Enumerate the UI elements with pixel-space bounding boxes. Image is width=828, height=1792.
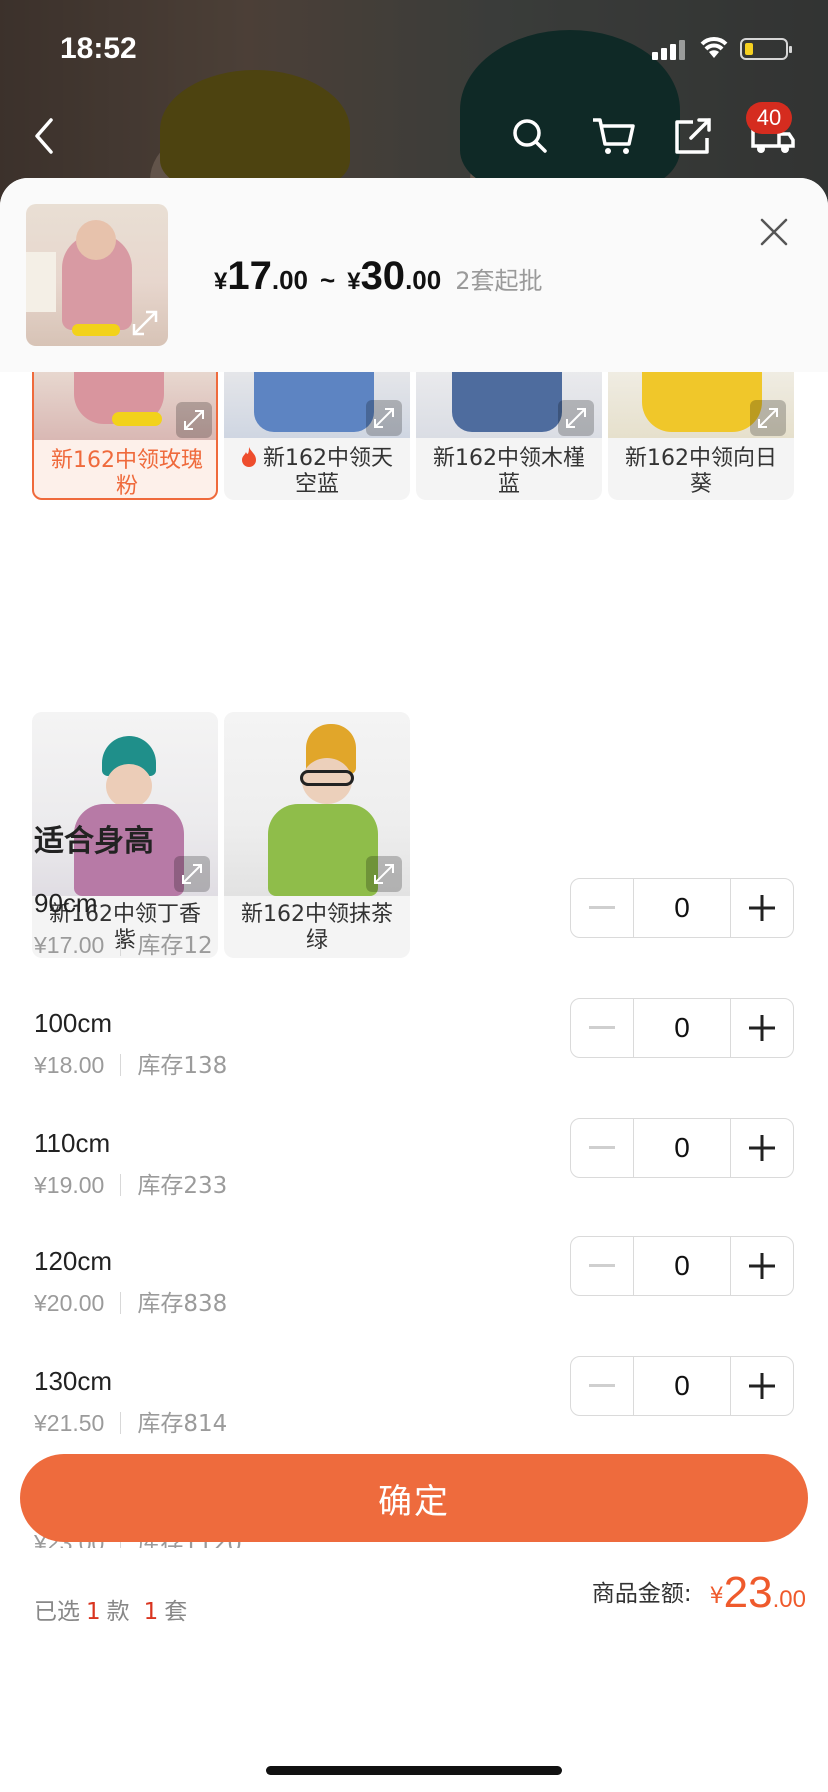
share-button[interactable] xyxy=(662,106,722,166)
variant-label: 新162中领木槿蓝 xyxy=(433,446,585,497)
expand-icon xyxy=(182,864,202,884)
variant-card[interactable]: 新162中领天空蓝 xyxy=(224,362,410,500)
quantity-stepper: 0 xyxy=(570,998,794,1058)
selected-variant-thumbnail[interactable] xyxy=(26,204,168,346)
decrement-button[interactable] xyxy=(571,999,633,1057)
decrement-button[interactable] xyxy=(571,1237,633,1295)
share-icon xyxy=(675,118,711,154)
section-title-height: 适合身高 xyxy=(34,824,154,859)
size-row: 90cm ¥17.00 库存12 0 xyxy=(0,878,828,1008)
increment-button[interactable] xyxy=(731,1237,793,1295)
search-icon xyxy=(513,119,547,153)
sheet-footer: 已选 1 款 1 套 商品金额: ¥23.00 xyxy=(0,1548,828,1792)
variant-label: 新162中领向日葵 xyxy=(625,446,777,497)
cellular-signal-icon xyxy=(652,40,688,60)
minus-icon xyxy=(589,1026,615,1029)
increment-button[interactable] xyxy=(731,999,793,1057)
chevron-left-icon xyxy=(35,118,53,154)
size-row: 120cm ¥20.00 库存838 0 xyxy=(0,1236,828,1366)
expand-icon xyxy=(374,864,394,884)
decrement-button[interactable] xyxy=(571,1357,633,1415)
quantity-input[interactable]: 0 xyxy=(633,999,731,1057)
battery-icon xyxy=(740,38,792,60)
selection-summary: 已选 1 款 1 套 xyxy=(34,1599,188,1625)
minus-icon xyxy=(589,1146,615,1149)
variant-card[interactable]: 新162中领向日葵 xyxy=(608,362,794,500)
plus-icon xyxy=(749,1253,775,1279)
quantity-stepper: 0 xyxy=(570,1118,794,1178)
expand-icon xyxy=(758,408,778,428)
cart-count-badge: 40 xyxy=(746,102,792,134)
plus-icon xyxy=(749,895,775,921)
expand-icon xyxy=(374,408,394,428)
hot-icon xyxy=(242,447,256,467)
increment-button[interactable] xyxy=(731,879,793,937)
plus-icon xyxy=(749,1373,775,1399)
expand-icon xyxy=(184,410,204,430)
close-button[interactable] xyxy=(754,212,794,252)
quantity-input[interactable]: 0 xyxy=(633,1119,731,1177)
quantity-stepper: 0 xyxy=(570,878,794,938)
status-time: 18:52 xyxy=(60,32,137,65)
minus-icon xyxy=(589,906,615,909)
quantity-input[interactable]: 0 xyxy=(633,1357,731,1415)
quantity-input[interactable]: 0 xyxy=(633,879,731,937)
size-row: 110cm ¥19.00 库存233 0 xyxy=(0,1118,828,1248)
quantity-stepper: 0 xyxy=(570,1356,794,1416)
size-row: 100cm ¥18.00 库存138 0 xyxy=(0,998,828,1128)
increment-button[interactable] xyxy=(731,1119,793,1177)
sku-selector-sheet: ¥17.00~¥30.002套起批 新162中领玫瑰粉 新162中领天空蓝 xyxy=(0,178,828,1792)
min-order-text: 2套起批 xyxy=(455,267,543,295)
decrement-button[interactable] xyxy=(571,1119,633,1177)
plus-icon xyxy=(749,1015,775,1041)
decrement-button[interactable] xyxy=(571,879,633,937)
search-button[interactable] xyxy=(500,106,560,166)
variant-label: 新162中领天空蓝 xyxy=(224,446,410,498)
confirm-button[interactable]: 确定 xyxy=(20,1454,808,1542)
cart-icon xyxy=(593,118,635,154)
close-icon xyxy=(760,218,788,246)
expand-icon xyxy=(566,408,586,428)
variant-card[interactable]: 新162中领玫瑰粉 xyxy=(32,362,218,500)
minus-icon xyxy=(589,1264,615,1267)
variant-label: 新162中领玫瑰粉 xyxy=(51,448,203,499)
increment-button[interactable] xyxy=(731,1357,793,1415)
top-nav xyxy=(0,100,828,170)
minus-icon xyxy=(589,1384,615,1387)
back-button[interactable] xyxy=(14,106,74,166)
quantity-stepper: 0 xyxy=(570,1236,794,1296)
price-range: ¥17.00 ~ ¥30.00 2套起批 xyxy=(214,254,543,298)
home-indicator xyxy=(266,1766,562,1775)
variant-card[interactable]: 新162中领木槿蓝 xyxy=(416,362,602,500)
sheet-header: ¥17.00 ~ ¥30.00 2套起批 xyxy=(0,178,828,372)
plus-icon xyxy=(749,1135,775,1161)
status-bar: 18:52 xyxy=(0,0,828,100)
wifi-icon xyxy=(700,37,728,58)
cart-button[interactable] xyxy=(584,106,644,166)
total-amount: 商品金额: ¥23.00 xyxy=(591,1568,806,1617)
quantity-input[interactable]: 0 xyxy=(633,1237,731,1295)
expand-icon xyxy=(132,310,158,336)
